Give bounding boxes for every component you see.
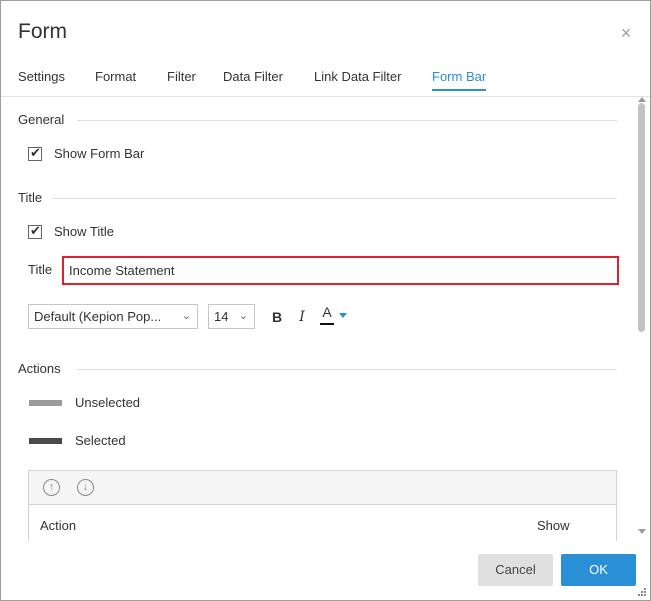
chevron-down-icon: ⌄ bbox=[238, 310, 248, 322]
tab-link-data-filter[interactable]: Link Data Filter bbox=[314, 67, 401, 91]
grid-toolbar: ↑ ↓ bbox=[29, 471, 616, 505]
arrow-up-circle-icon[interactable]: ↑ bbox=[43, 479, 60, 496]
italic-button[interactable]: I bbox=[293, 307, 311, 327]
selected-color-swatch[interactable] bbox=[29, 438, 62, 444]
show-form-bar-checkbox[interactable]: ✔ bbox=[28, 145, 42, 161]
content-scrollbar[interactable] bbox=[634, 97, 650, 541]
scroll-up-icon[interactable] bbox=[638, 97, 646, 102]
font-color-button[interactable]: A bbox=[319, 304, 335, 326]
unselected-label: Unselected bbox=[75, 395, 141, 410]
ok-button[interactable]: OK bbox=[561, 554, 636, 586]
tab-data-filter[interactable]: Data Filter bbox=[223, 67, 283, 91]
scroll-down-icon[interactable] bbox=[638, 529, 646, 534]
unselected-color-swatch[interactable] bbox=[29, 400, 62, 406]
actions-grid: ↑ ↓ Action Show bbox=[28, 470, 617, 541]
section-divider bbox=[77, 369, 617, 370]
title-input[interactable] bbox=[62, 256, 619, 285]
tab-filter[interactable]: Filter bbox=[167, 67, 196, 91]
chevron-down-icon: ⌄ bbox=[181, 310, 191, 322]
section-title-heading: Title bbox=[18, 190, 43, 205]
font-size-value: 14 bbox=[214, 309, 229, 324]
section-divider bbox=[77, 120, 617, 121]
column-header-action[interactable]: Action bbox=[40, 518, 76, 533]
form-bar-panel: General ✔ Show Form Bar Title ✔ Show Tit… bbox=[1, 97, 650, 541]
tab-settings[interactable]: Settings bbox=[18, 67, 65, 91]
column-header-show[interactable]: Show bbox=[537, 518, 570, 533]
arrow-down-circle-icon[interactable]: ↓ bbox=[77, 479, 94, 496]
font-family-value: Default (Kepion Pop... bbox=[34, 309, 162, 324]
dialog-title: Form bbox=[18, 20, 67, 43]
cancel-button[interactable]: Cancel bbox=[478, 554, 553, 586]
show-title-label: Show Title bbox=[54, 224, 114, 239]
show-form-bar-label: Show Form Bar bbox=[54, 146, 145, 161]
color-dropdown-icon[interactable] bbox=[339, 313, 347, 318]
resize-grip-icon[interactable] bbox=[638, 588, 648, 598]
bold-button[interactable]: B bbox=[268, 307, 286, 327]
font-color-icon: A bbox=[322, 304, 332, 320]
section-actions-heading: Actions bbox=[18, 361, 61, 376]
tab-form-bar[interactable]: Form Bar bbox=[432, 67, 487, 91]
scroll-thumb[interactable] bbox=[638, 103, 645, 332]
checkmark-icon: ✔ bbox=[30, 223, 41, 238]
font-color-swatch bbox=[320, 323, 334, 325]
section-divider bbox=[51, 198, 617, 199]
title-field-label: Title bbox=[28, 262, 53, 277]
section-general-heading: General bbox=[18, 112, 65, 127]
selected-label: Selected bbox=[75, 433, 126, 448]
form-dialog: Form × Settings Format Filter Data Filte… bbox=[0, 0, 651, 601]
show-title-checkbox[interactable]: ✔ bbox=[28, 223, 42, 239]
close-icon[interactable]: × bbox=[617, 24, 635, 42]
font-family-select[interactable]: Default (Kepion Pop... ⌄ bbox=[28, 304, 198, 329]
tab-format[interactable]: Format bbox=[95, 67, 136, 91]
checkmark-icon: ✔ bbox=[30, 145, 41, 160]
font-size-select[interactable]: 14 ⌄ bbox=[208, 304, 255, 329]
